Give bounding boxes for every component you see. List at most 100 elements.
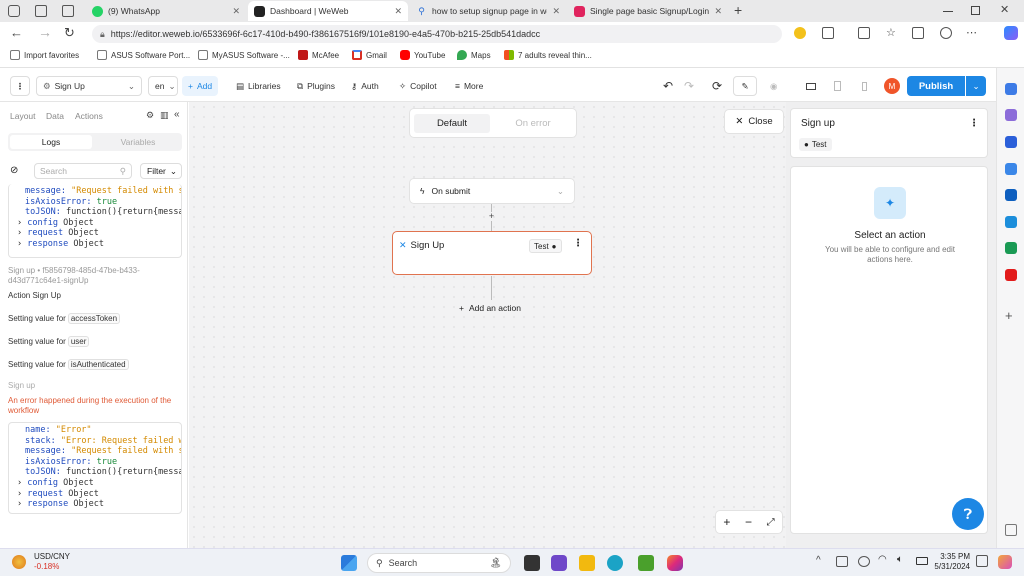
edge-icon[interactable] xyxy=(607,555,623,571)
split-screen-icon[interactable] xyxy=(858,27,870,39)
browser-essentials-icon[interactable] xyxy=(940,27,952,39)
games-icon[interactable] xyxy=(1005,109,1017,121)
window-close-icon[interactable]: ✕ xyxy=(1000,3,1009,16)
add-action-button[interactable]: + Add an action xyxy=(455,301,525,315)
close-tab-icon[interactable]: ✕ xyxy=(394,6,402,17)
favorites-icon[interactable]: ☆ xyxy=(886,26,896,39)
subtab-logs[interactable]: Logs xyxy=(10,135,92,149)
log-line-expandable[interactable]: › response Object xyxy=(17,239,181,250)
volume-icon[interactable]: 🔈︎ xyxy=(897,554,903,565)
test-workflow-button[interactable]: ● Test xyxy=(799,138,832,151)
task-view-icon[interactable] xyxy=(524,555,540,571)
subtab-variables[interactable]: Variables xyxy=(96,135,180,149)
copilot-taskbar-icon[interactable] xyxy=(998,555,1012,569)
wifi-icon[interactable]: ◠ xyxy=(878,554,887,565)
filter-select[interactable]: Filter ⌄ xyxy=(140,163,182,179)
profile-icon[interactable] xyxy=(8,5,20,17)
close-tab-icon[interactable]: ✕ xyxy=(714,6,722,17)
search-input[interactable]: Search ⚲ xyxy=(34,163,132,179)
tools-icon[interactable] xyxy=(1005,136,1017,148)
log-line-expandable[interactable]: › request Object xyxy=(17,489,181,500)
bookmark-youtube[interactable]: YouTube xyxy=(400,50,445,60)
log-line-expandable[interactable]: › response Object xyxy=(17,499,181,510)
log-line-expandable[interactable]: › config Object xyxy=(17,218,181,229)
taskbar-search[interactable]: ⚲ Search 🏝︎ xyxy=(367,553,511,573)
main-menu-button[interactable]: ⋮ xyxy=(10,76,30,96)
refresh-icon[interactable]: ↻ xyxy=(64,25,75,41)
tablet-view-button[interactable] xyxy=(828,76,847,96)
tab-search[interactable]: ⚲ how to setup signup page in we... ✕ xyxy=(410,1,566,21)
new-tab-button[interactable]: + xyxy=(734,2,742,18)
redo-button[interactable]: ↷ xyxy=(678,76,700,96)
bookmark-import[interactable]: Import favorites xyxy=(10,50,79,60)
zoom-in-icon[interactable]: + xyxy=(723,515,730,529)
start-icon[interactable] xyxy=(341,555,357,571)
insert-action-button[interactable]: + xyxy=(486,210,497,221)
tab-actions-icon[interactable] xyxy=(62,5,74,17)
tab-single-page[interactable]: Single page basic Signup/Login ... ✕ xyxy=(568,1,728,21)
file-explorer-icon[interactable] xyxy=(579,555,595,571)
ticker-name[interactable]: USD/CNY xyxy=(34,552,70,561)
url-field[interactable]: 🔒︎ https://editor.weweb.io/6533696f-6c17… xyxy=(92,25,782,43)
close-tab-icon[interactable]: ✕ xyxy=(552,6,560,17)
instagram-icon[interactable] xyxy=(667,555,683,571)
add-button[interactable]: + Add xyxy=(182,76,219,96)
notifications-icon[interactable] xyxy=(976,555,988,567)
shopping-icon[interactable] xyxy=(1005,83,1017,95)
battery-icon[interactable] xyxy=(916,557,928,565)
outlook-icon[interactable] xyxy=(1005,189,1017,201)
preview-button[interactable]: ◉ xyxy=(764,76,783,96)
toggle-default[interactable]: Default xyxy=(414,114,490,133)
avatar[interactable]: M xyxy=(884,78,900,94)
bookmark-asus[interactable]: ASUS Software Port... xyxy=(97,50,190,60)
minimize-icon[interactable] xyxy=(943,11,953,12)
extensions-puzzle-icon[interactable] xyxy=(822,27,834,39)
more-button[interactable]: ≡ More xyxy=(449,76,489,96)
copilot-button[interactable]: ✧ Copilot xyxy=(393,76,443,96)
add-sidebar-app-icon[interactable]: + xyxy=(1005,308,1013,323)
bookmark-mcafee[interactable]: McAfee xyxy=(298,50,339,60)
sidebar-settings-icon[interactable] xyxy=(1005,524,1017,536)
workflow-canvas[interactable]: Default On error ✕ Close ϟ On submit ⌄ +… xyxy=(189,102,786,548)
store-icon[interactable] xyxy=(638,555,654,571)
zoom-out-icon[interactable]: − xyxy=(745,515,752,529)
close-tab-icon[interactable]: ✕ xyxy=(232,6,240,17)
tray-app-icon[interactable] xyxy=(858,556,870,567)
bookmark-article[interactable]: 7 adults reveal thin... xyxy=(504,50,592,60)
edit-mode-button[interactable]: ✎ xyxy=(733,76,757,96)
extension-icon[interactable] xyxy=(794,27,806,39)
close-button[interactable]: ✕ Close xyxy=(724,109,784,134)
tab-layout[interactable]: Layout xyxy=(10,111,36,121)
language-select[interactable]: en ⌄ xyxy=(148,76,178,96)
back-icon[interactable]: ← xyxy=(10,25,23,40)
mobile-view-button[interactable] xyxy=(856,76,873,96)
bookmark-myasus[interactable]: MyASUS Software -... xyxy=(198,50,290,60)
libraries-button[interactable]: ▤ Libraries xyxy=(230,76,287,96)
publish-options-button[interactable]: ⌄ xyxy=(966,76,986,96)
tab-weweb-dashboard[interactable]: Dashboard | WeWeb ✕ xyxy=(248,1,408,21)
bookmark-gmail[interactable]: Gmail xyxy=(352,50,387,60)
tab-actions[interactable]: Actions xyxy=(75,111,103,121)
trigger-select[interactable]: ϟ On submit ⌄ xyxy=(409,178,575,204)
toggle-on-error[interactable]: On error xyxy=(494,114,572,133)
auth-button[interactable]: ⚷ Auth xyxy=(345,76,385,96)
action-card-sign-up[interactable]: ✕ Sign Up Test ● ⋮ xyxy=(392,231,592,275)
plugins-button[interactable]: ⧉ Plugins xyxy=(291,76,341,96)
help-chat-button[interactable]: ❓︎ xyxy=(952,498,984,530)
workspaces-icon[interactable] xyxy=(35,5,47,17)
teams-icon[interactable] xyxy=(551,555,567,571)
collections-icon[interactable] xyxy=(912,27,924,39)
publish-button[interactable]: Publish xyxy=(907,76,965,96)
maximize-icon[interactable] xyxy=(971,6,980,15)
more-icon[interactable]: ⋯ xyxy=(966,26,977,39)
log-line-expandable[interactable]: › request Object xyxy=(17,228,181,239)
log-line-expandable[interactable]: › config Object xyxy=(17,478,181,489)
clock-date[interactable]: 5/31/2024 xyxy=(928,562,970,571)
forward-icon[interactable]: → xyxy=(38,24,52,40)
drop-icon[interactable] xyxy=(1005,216,1017,228)
weather-icon[interactable] xyxy=(12,555,26,569)
youtube-side-icon[interactable] xyxy=(1005,269,1017,281)
trash-icon[interactable]: ▥ xyxy=(160,110,169,121)
clock-time[interactable]: 3:35 PM xyxy=(934,552,970,561)
tray-icon[interactable] xyxy=(836,556,848,567)
